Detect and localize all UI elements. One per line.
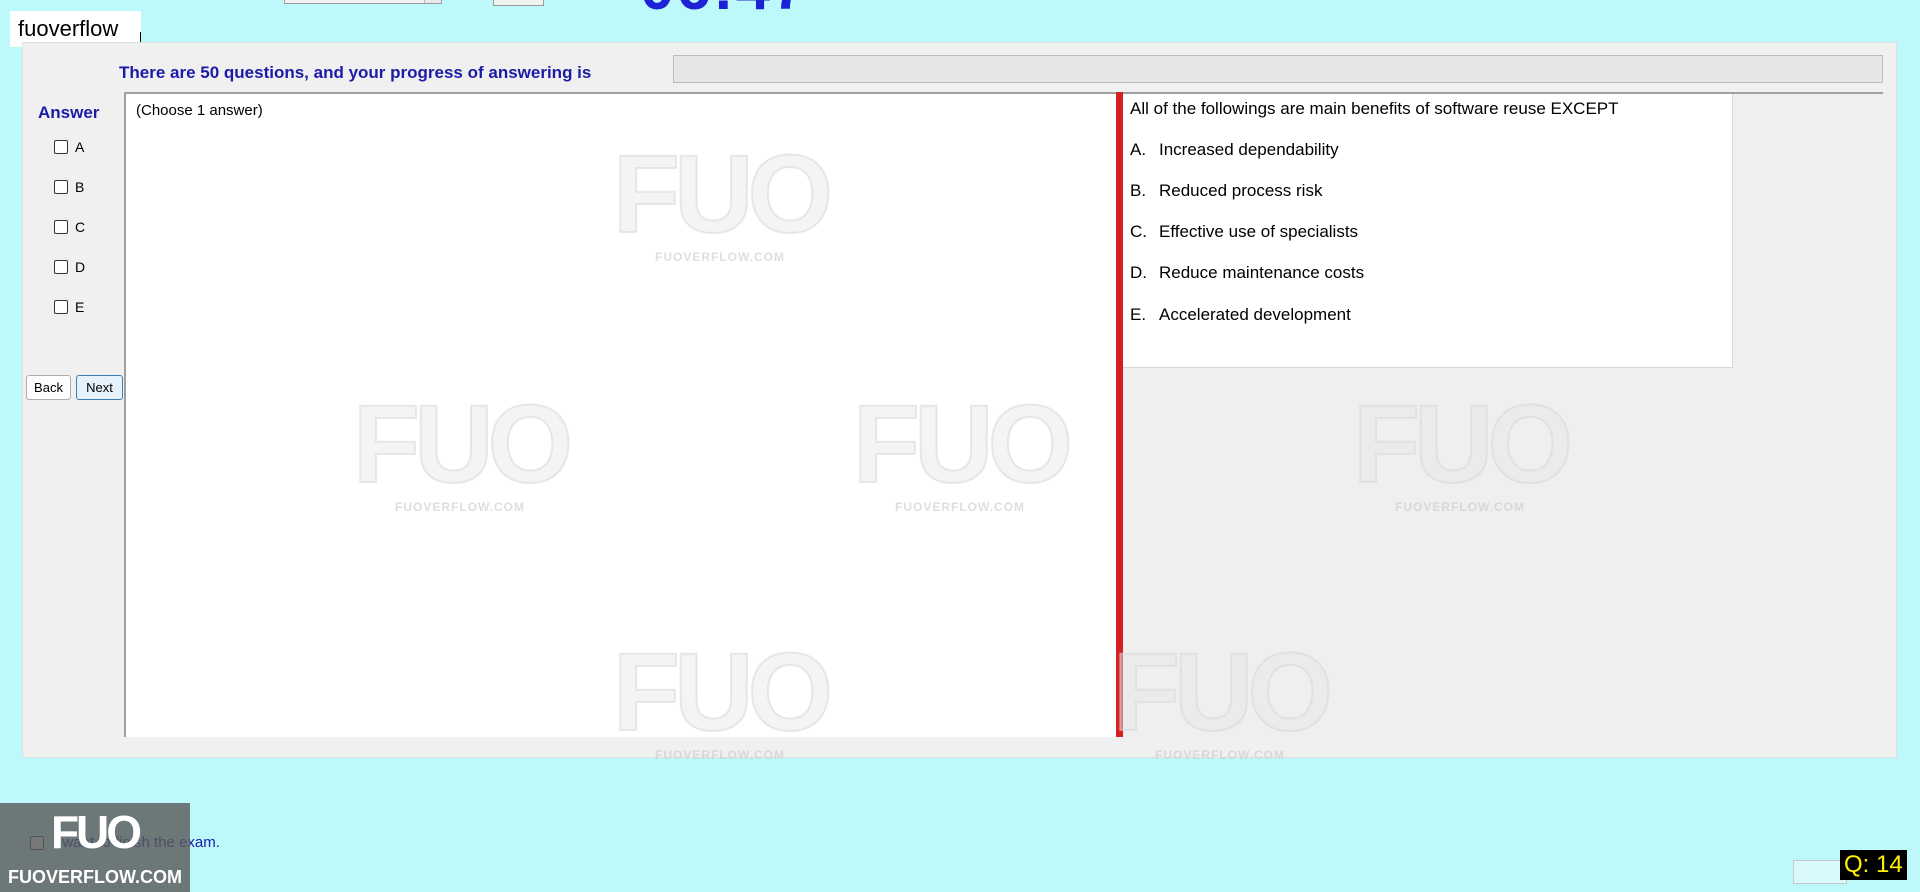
- option-letter: E.: [1130, 305, 1147, 324]
- question-option-c: C. Effective use of specialists: [1130, 222, 1358, 242]
- option-letter: D.: [1130, 263, 1147, 282]
- question-option-b: B. Reduced process risk: [1130, 181, 1322, 201]
- option-text: Reduce maintenance costs: [1159, 263, 1365, 282]
- answer-option-label: B: [75, 179, 85, 195]
- answer-option-label: E: [75, 299, 85, 315]
- answer-option-label: C: [75, 219, 86, 235]
- option-letter: B.: [1130, 181, 1147, 200]
- checkbox[interactable]: [54, 140, 68, 154]
- fuoverflow-logo: FUO FUOVERFLOW.COM: [0, 803, 190, 892]
- option-text: Increased dependability: [1159, 140, 1339, 159]
- watermark-mark: FUO: [612, 133, 834, 256]
- watermark: FUO FUOVERFLOW.COM: [1340, 383, 1580, 515]
- watermark: FUO FUOVERFLOW.COM: [600, 631, 840, 763]
- choose-instruction: (Choose 1 answer): [136, 102, 263, 119]
- logo-mark: FUO: [50, 806, 142, 858]
- watermark-mark: FUO: [352, 383, 574, 506]
- question-box: All of the followings are main benefits …: [1123, 94, 1733, 368]
- watermark: FUO FUOVERFLOW.COM: [840, 383, 1080, 515]
- watermark: FUO FUOVERFLOW.COM: [1100, 631, 1340, 763]
- back-button[interactable]: Back: [26, 375, 71, 400]
- logo-site: FUOVERFLOW.COM: [8, 867, 182, 887]
- bottom-status-field: [1793, 860, 1847, 884]
- option-letter: C.: [1130, 222, 1147, 241]
- option-text: Effective use of specialists: [1159, 222, 1359, 241]
- checkbox[interactable]: [54, 300, 68, 314]
- watermark-mark: FUO: [1112, 631, 1334, 754]
- checkbox[interactable]: [54, 180, 68, 194]
- next-button[interactable]: Next: [76, 375, 123, 400]
- checkbox[interactable]: [54, 220, 68, 234]
- progress-label: There are 50 questions, and your progres…: [119, 63, 592, 82]
- question-text: All of the followings are main benefits …: [1130, 99, 1619, 118]
- answer-option-d[interactable]: D: [54, 258, 85, 276]
- question-option-e: E. Accelerated development: [1130, 305, 1351, 325]
- combobox-arrow-icon[interactable]: [424, 0, 441, 3]
- option-letter: A.: [1130, 140, 1147, 159]
- watermark: FUO FUOVERFLOW.COM: [340, 383, 580, 515]
- font-size-spinner[interactable]: [493, 0, 544, 6]
- watermark: FUO FUOVERFLOW.COM: [600, 133, 840, 265]
- answer-option-c[interactable]: C: [54, 218, 85, 236]
- countdown-timer: 06:47: [640, 0, 809, 20]
- answer-option-a[interactable]: A: [54, 138, 84, 156]
- answer-option-label: D: [75, 259, 86, 275]
- question-option-d: D. Reduce maintenance costs: [1130, 263, 1364, 283]
- watermark-mark: FUO: [1352, 383, 1574, 506]
- answer-heading: Answer: [38, 103, 100, 122]
- answer-option-label: A: [75, 139, 85, 155]
- progress-bar: [673, 55, 1883, 83]
- option-text: Accelerated development: [1159, 305, 1351, 324]
- answer-option-e[interactable]: E: [54, 298, 84, 316]
- watermark-mark: FUO: [612, 631, 834, 754]
- question-option-a: A. Increased dependability: [1130, 140, 1339, 160]
- answer-option-b[interactable]: B: [54, 178, 84, 196]
- watermark-mark: FUO: [852, 383, 1074, 506]
- question-counter: Q: 14: [1840, 850, 1907, 880]
- option-text: Reduced process risk: [1159, 181, 1323, 200]
- checkbox[interactable]: [54, 260, 68, 274]
- exam-code-combobox[interactable]: [284, 0, 442, 4]
